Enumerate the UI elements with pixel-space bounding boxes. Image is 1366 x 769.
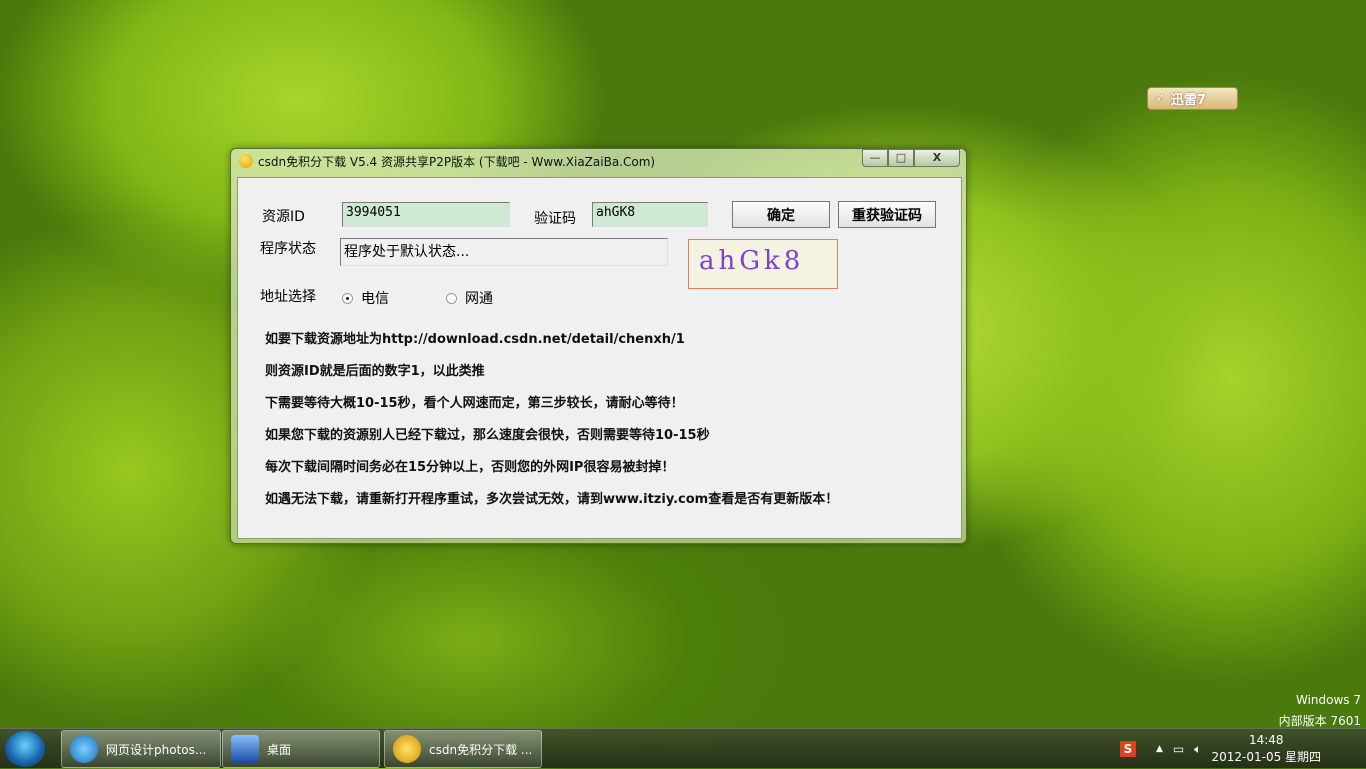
radio-unchecked-icon <box>446 292 457 304</box>
radio-telecom[interactable]: 电信 <box>342 288 389 308</box>
volume-icon[interactable]: 🔈︎ <box>1194 742 1201 757</box>
minimize-button[interactable]: — <box>862 149 888 167</box>
client-area: 资源ID 3994051 验证码 ahGK8 确定 重获验证码 程序状态 程序处… <box>237 177 962 539</box>
instruction-line: 如要下载资源地址为http://download.csdn.net/detail… <box>265 332 685 347</box>
refresh-captcha-button[interactable]: 重获验证码 <box>838 201 936 228</box>
taskbar: 网页设计photos... 桌面 csdn免积分下载 ... S ▲ ▭ 🔈︎ … <box>0 728 1366 768</box>
taskbar-item-ie[interactable]: 网页设计photos... <box>61 730 221 768</box>
radio-checked-icon <box>342 292 353 304</box>
status-label: 程序状态 <box>260 241 316 257</box>
app-smiley-icon <box>239 154 253 168</box>
address-label: 地址选择 <box>260 289 316 305</box>
confirm-button[interactable]: 确定 <box>732 201 830 228</box>
taskbar-label: 桌面 <box>267 742 292 757</box>
maximize-button[interactable]: □ <box>888 149 914 167</box>
captcha-label: 验证码 <box>534 211 576 227</box>
app-window: csdn免积分下载 V5.4 资源共享P2P版本 (下载吧 - Www.XiaZ… <box>230 148 967 544</box>
sogou-ime-icon[interactable]: S <box>1120 741 1136 757</box>
start-button[interactable] <box>5 731 45 767</box>
instruction-line: 每次下载间隔时间务必在15分钟以上，否则您的外网IP很容易被封掉！ <box>265 460 675 475</box>
title-bar[interactable]: csdn免积分下载 V5.4 资源共享P2P版本 (下载吧 - Www.XiaZ… <box>239 152 655 170</box>
instruction-line: 如遇无法下载，请重新打开程序重试，多次尝试无效，请到www.itziy.com查… <box>265 492 839 507</box>
status-field: 程序处于默认状态... <box>340 238 668 266</box>
clock[interactable]: 14:48 2012-01-05 星期四 <box>1211 732 1321 766</box>
bird-icon: ➶ <box>1154 91 1165 106</box>
xunlei-label: 迅雷7 <box>1170 93 1206 108</box>
close-button[interactable]: X <box>914 149 960 167</box>
desktop-icon <box>231 735 259 763</box>
radio-telecom-label: 电信 <box>361 291 389 307</box>
xunlei-desktop-widget[interactable]: ➶ 迅雷7 <box>1147 87 1238 110</box>
captcha-input[interactable]: ahGK8 <box>592 202 708 227</box>
resource-id-input[interactable]: 3994051 <box>342 202 510 227</box>
instruction-line: 下需要等待大概10-15秒，看个人网速而定，第三步较长，请耐心等待！ <box>265 396 684 411</box>
date: 2012-01-05 星期四 <box>1211 750 1322 764</box>
radio-netcom-label: 网通 <box>465 291 493 307</box>
time: 14:48 <box>1248 733 1284 747</box>
os-name: Windows 7 <box>1295 693 1361 707</box>
resource-id-label: 资源ID <box>262 209 305 225</box>
instruction-line: 如果您下载的资源别人已经下载过，那么速度会很快，否则需要等待10-15秒 <box>265 428 710 443</box>
instruction-line: 则资源ID就是后面的数字1，以此类推 <box>265 364 485 379</box>
system-tray: S ▲ ▭ 🔈︎ 14:48 2012-01-05 星期四 <box>1120 729 1321 769</box>
window-title: csdn免积分下载 V5.4 资源共享P2P版本 (下载吧 - Www.XiaZ… <box>258 154 656 169</box>
taskbar-item-csdn[interactable]: csdn免积分下载 ... <box>384 730 542 768</box>
network-icon[interactable]: ▭ <box>1173 742 1184 756</box>
show-hidden-icons-button[interactable]: ▲ <box>1156 744 1163 754</box>
taskbar-item-desktop[interactable]: 桌面 <box>222 730 380 768</box>
os-watermark: Windows 7 内部版本 7601 <box>1279 690 1361 732</box>
radio-netcom[interactable]: 网通 <box>446 288 493 308</box>
smiley-icon <box>393 735 421 763</box>
ie-icon <box>70 735 98 763</box>
taskbar-label: 网页设计photos... <box>106 742 207 757</box>
taskbar-label: csdn免积分下载 ... <box>429 742 533 757</box>
captcha-image[interactable]: ahGk8 <box>688 239 838 289</box>
